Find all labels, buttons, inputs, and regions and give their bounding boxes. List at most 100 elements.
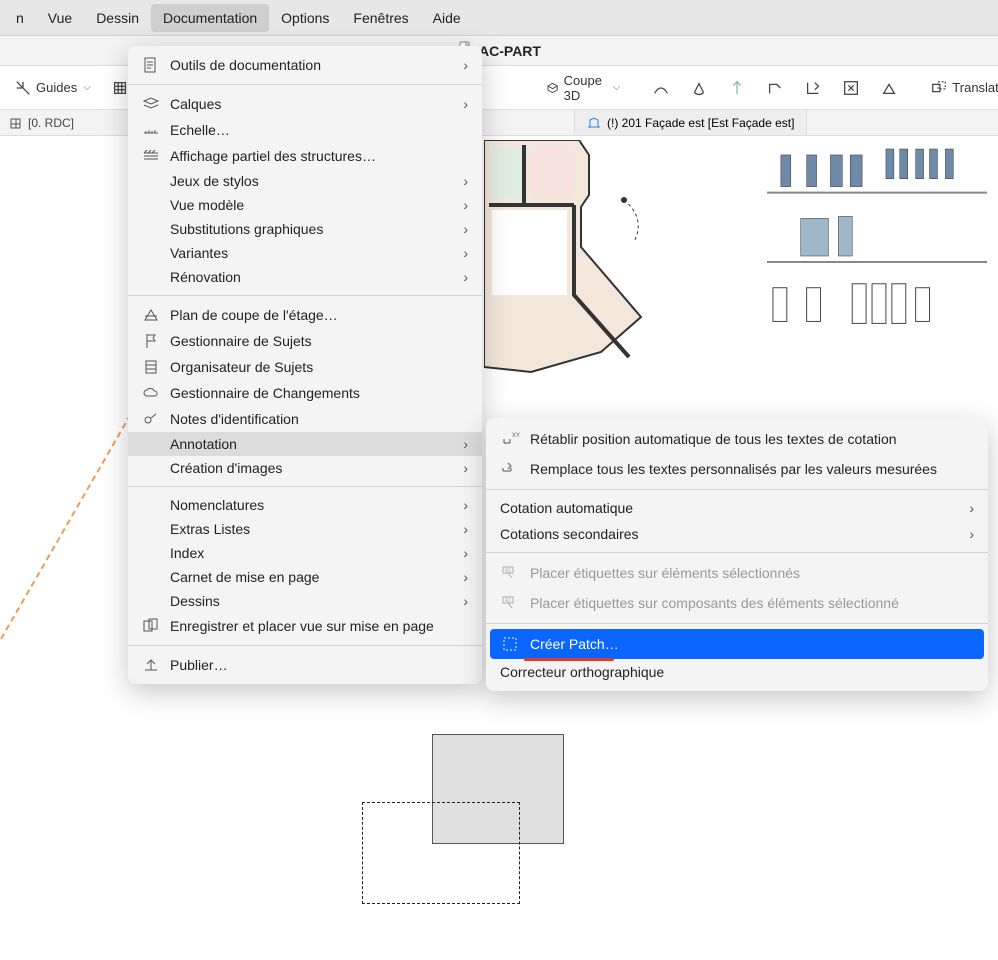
menu-separator <box>128 84 482 85</box>
scale-icon <box>142 121 160 139</box>
menu-label: Gestionnaire de Sujets <box>170 333 312 349</box>
submenu-label: Rétablir position automatique de tous le… <box>530 431 897 447</box>
chevron-right-icon: › <box>463 460 468 476</box>
menu-label: Organisateur de Sujets <box>170 359 313 375</box>
chevron-right-icon: › <box>463 521 468 537</box>
guides-label: Guides <box>36 80 77 95</box>
menu-item-aide[interactable]: Aide <box>421 4 473 32</box>
tab-rdc[interactable]: [0. RDC] <box>0 110 84 135</box>
menu-label: Variantes <box>170 245 228 261</box>
menu-id-notes[interactable]: Notes d'identification <box>128 406 482 432</box>
menu-item-dessin[interactable]: Dessin <box>84 4 151 32</box>
menu-doc-tools[interactable]: Outils de documentation › <box>128 52 482 78</box>
menu-schedules[interactable]: Nomenclatures › <box>128 493 482 517</box>
menu-save-place-view[interactable]: Enregistrer et placer vue sur mise en pa… <box>128 613 482 639</box>
menu-label: Nomenclatures <box>170 497 264 513</box>
caret-icon: ⌵ <box>613 82 621 93</box>
menu-change-manager[interactable]: Gestionnaire de Changements <box>128 380 482 406</box>
menu-layers[interactable]: Calques › <box>128 91 482 117</box>
chevron-right-icon: › <box>463 57 468 73</box>
menu-item-fenetres[interactable]: Fenêtres <box>341 4 420 32</box>
coupe3d-button[interactable]: Coupe 3D ⌵ <box>538 69 628 107</box>
svg-text:A1: A1 <box>505 568 511 574</box>
submenu-replace-custom-text[interactable]: Remplace tous les textes personnalisés p… <box>486 454 988 484</box>
menu-item-documentation[interactable]: Documentation <box>151 4 269 32</box>
menu-label: Extras Listes <box>170 521 250 537</box>
menu-item-n[interactable]: n <box>4 4 36 32</box>
floorplan-thumbnail <box>484 140 664 400</box>
menu-index[interactable]: Index › <box>128 541 482 565</box>
menu-scale[interactable]: Echelle… <box>128 117 482 143</box>
menu-label: Rénovation <box>170 269 241 285</box>
tool-5[interactable] <box>796 75 830 101</box>
chevron-right-icon: › <box>463 197 468 213</box>
submenu-label: Créer Patch… <box>530 636 619 652</box>
tool-4[interactable] <box>758 75 792 101</box>
menu-annotation[interactable]: Annotation › <box>128 432 482 456</box>
chevron-right-icon: › <box>969 500 974 516</box>
menu-issue-organizer[interactable]: Organisateur de Sujets <box>128 354 482 380</box>
menu-drawings[interactable]: Dessins › <box>128 589 482 613</box>
coupe3d-label: Coupe 3D <box>564 73 607 103</box>
menu-separator <box>128 295 482 296</box>
chevron-right-icon: › <box>463 545 468 561</box>
cutplane-icon <box>142 306 160 324</box>
menu-label: Enregistrer et placer vue sur mise en pa… <box>170 618 434 634</box>
submenu-label: Remplace tous les textes personnalisés p… <box>530 461 937 477</box>
tool-7[interactable] <box>872 75 906 101</box>
annotation-submenu: XY Rétablir position automatique de tous… <box>486 418 988 691</box>
chevron-right-icon: › <box>463 221 468 237</box>
menu-separator <box>128 645 482 646</box>
menu-model-view[interactable]: Vue modèle › <box>128 193 482 217</box>
menu-item-options[interactable]: Options <box>269 4 341 32</box>
translation-label: Translation <box>952 80 998 95</box>
menu-publish[interactable]: Publier… <box>128 652 482 678</box>
restore-icon: XY <box>500 429 520 449</box>
menu-label: Vue modèle <box>170 197 244 213</box>
menu-label: Outils de documentation <box>170 57 321 73</box>
submenu-create-patch[interactable]: Créer Patch… <box>490 629 984 659</box>
label-icon: A1 <box>500 563 520 583</box>
menu-floor-cut-plane[interactable]: Plan de coupe de l'étage… <box>128 302 482 328</box>
layers-icon <box>142 95 160 113</box>
cloud-icon <box>142 384 160 402</box>
tool-6[interactable] <box>834 75 868 101</box>
menu-variants[interactable]: Variantes › <box>128 241 482 265</box>
menu-label: Création d'images <box>170 460 282 476</box>
menu-label: Notes d'identification <box>170 411 299 427</box>
documentation-menu: Outils de documentation › Calques › Eche… <box>128 46 482 684</box>
tab-facade-label: (!) 201 Façade est [Est Façade est] <box>607 116 794 130</box>
tool-1[interactable] <box>644 75 678 101</box>
menu-label: Gestionnaire de Changements <box>170 385 360 401</box>
menu-pen-sets[interactable]: Jeux de stylos › <box>128 169 482 193</box>
menu-label: Jeux de stylos <box>170 173 259 189</box>
menu-image-creation[interactable]: Création d'images › <box>128 456 482 480</box>
submenu-separator <box>486 552 988 553</box>
menu-graphic-overrides[interactable]: Substitutions graphiques › <box>128 217 482 241</box>
tool-3[interactable] <box>720 75 754 101</box>
publish-icon <box>142 656 160 674</box>
tab-facade[interactable]: (!) 201 Façade est [Est Façade est] <box>574 110 807 135</box>
submenu-restore-auto-pos[interactable]: XY Rétablir position automatique de tous… <box>486 424 988 454</box>
menu-partial-display[interactable]: Affichage partiel des structures… <box>128 143 482 169</box>
svg-text:XY: XY <box>512 433 520 439</box>
submenu-secondary-dimensions[interactable]: Cotations secondaires › <box>486 521 988 547</box>
menu-label: Carnet de mise en page <box>170 569 319 585</box>
guides-button[interactable]: Guides ⌵ <box>6 75 99 101</box>
translation-button[interactable]: Translation ⌵ <box>922 75 998 101</box>
window-title: AC-PART <box>479 43 541 59</box>
submenu-spell-check[interactable]: Correcteur orthographique <box>486 659 988 685</box>
submenu-label: Placer étiquettes sur composants des élé… <box>530 595 899 611</box>
menu-layout-book[interactable]: Carnet de mise en page › <box>128 565 482 589</box>
tool-2[interactable] <box>682 75 716 101</box>
submenu-label: Placer étiquettes sur éléments sélection… <box>530 565 800 581</box>
selection-marquee[interactable] <box>362 802 520 904</box>
menu-list-extras[interactable]: Extras Listes › <box>128 517 482 541</box>
menu-issue-manager[interactable]: Gestionnaire de Sujets <box>128 328 482 354</box>
menu-renovation[interactable]: Rénovation › <box>128 265 482 289</box>
note-icon <box>142 410 160 428</box>
menu-item-vue[interactable]: Vue <box>36 4 84 32</box>
flag-icon <box>142 332 160 350</box>
submenu-auto-dimension[interactable]: Cotation automatique › <box>486 495 988 521</box>
organizer-icon <box>142 358 160 376</box>
